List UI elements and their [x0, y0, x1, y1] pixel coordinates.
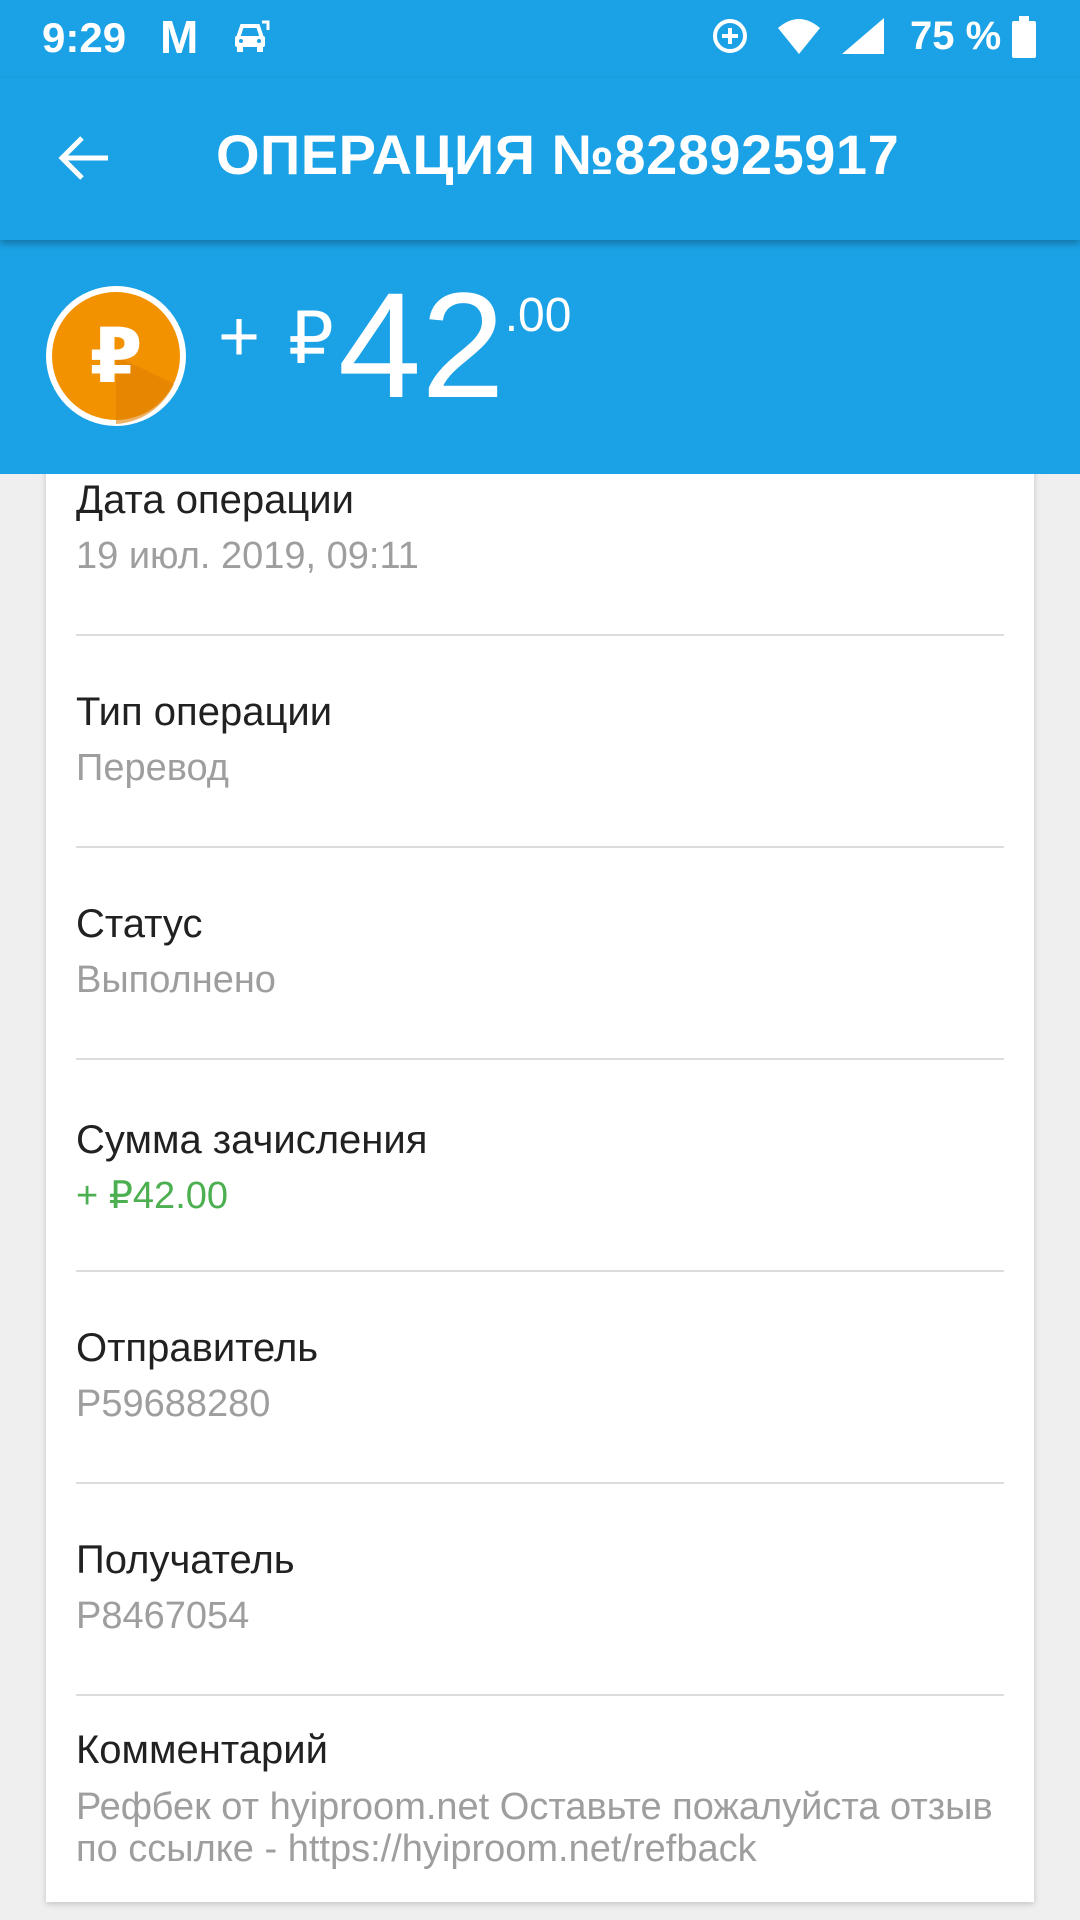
wifi-icon: [778, 19, 820, 54]
amount-minor: .00: [504, 289, 572, 342]
divider: [76, 846, 1004, 848]
arrow-left-icon[interactable]: [56, 130, 112, 186]
amount-currency: ₽: [288, 299, 334, 379]
amount-major: 42: [337, 261, 505, 429]
recipient-label: Получатель: [76, 1538, 295, 1582]
comment-label: Комментарий: [76, 1728, 328, 1772]
date-value: 19 июл. 2019, 09:11: [76, 535, 419, 577]
detail-row-comment: Комментарий Рефбек от hyiproom.net Остав…: [76, 1726, 1004, 1870]
divider: [76, 634, 1004, 636]
page-title: ОПЕРАЦИЯ №828925917: [216, 123, 900, 186]
type-value: Перевод: [76, 747, 229, 789]
car-icon: [235, 20, 270, 52]
detail-row-type: Тип операции Перевод: [76, 688, 1004, 790]
detail-row-status: Статус Выполнено: [76, 900, 1004, 1002]
amount-sign: +: [218, 297, 261, 377]
battery-percent: 75 %: [910, 14, 1002, 58]
battery-icon: [1012, 16, 1036, 58]
detail-row-recipient: Получатель P8467054: [76, 1536, 1004, 1638]
status-value: Выполнено: [76, 959, 276, 1001]
app-bar: ОПЕРАЦИЯ №828925917: [0, 78, 1080, 240]
divider: [76, 1694, 1004, 1696]
ruble-coin-icon: ₽: [46, 286, 186, 426]
sender-label: Отправитель: [76, 1326, 319, 1370]
operation-amount: + ₽42.00: [218, 270, 571, 420]
divider: [76, 1482, 1004, 1484]
status-label: Статус: [76, 902, 203, 946]
svg-text:₽: ₽: [90, 311, 143, 400]
detail-row-credit: Сумма зачисления + ₽42.00: [76, 1116, 1004, 1218]
divider: [76, 1058, 1004, 1060]
sender-value: P59688280: [76, 1383, 271, 1425]
date-label: Дата операции: [76, 478, 354, 522]
recipient-value: P8467054: [76, 1595, 250, 1637]
comment-value: Рефбек от hyiproom.net Оставьте пожалуйс…: [76, 1786, 993, 1870]
data-saver-icon: [713, 19, 747, 53]
status-bar: 9:29 M 75 %: [0, 0, 1080, 78]
detail-row-date: Дата операции 19 июл. 2019, 09:11: [76, 476, 1004, 578]
details-card: Дата операции 19 июл. 2019, 09:11 Тип оп…: [46, 430, 1034, 1902]
divider: [76, 1270, 1004, 1272]
signal-icon: [842, 18, 884, 54]
type-label: Тип операции: [76, 690, 333, 734]
gmail-icon: M: [160, 11, 199, 63]
credit-value: + ₽42.00: [76, 1175, 229, 1217]
detail-row-sender: Отправитель P59688280: [76, 1324, 1004, 1426]
credit-label: Сумма зачисления: [76, 1118, 428, 1162]
amount-header: ₽ + ₽42.00: [0, 240, 1080, 474]
status-time: 9:29: [42, 14, 127, 61]
